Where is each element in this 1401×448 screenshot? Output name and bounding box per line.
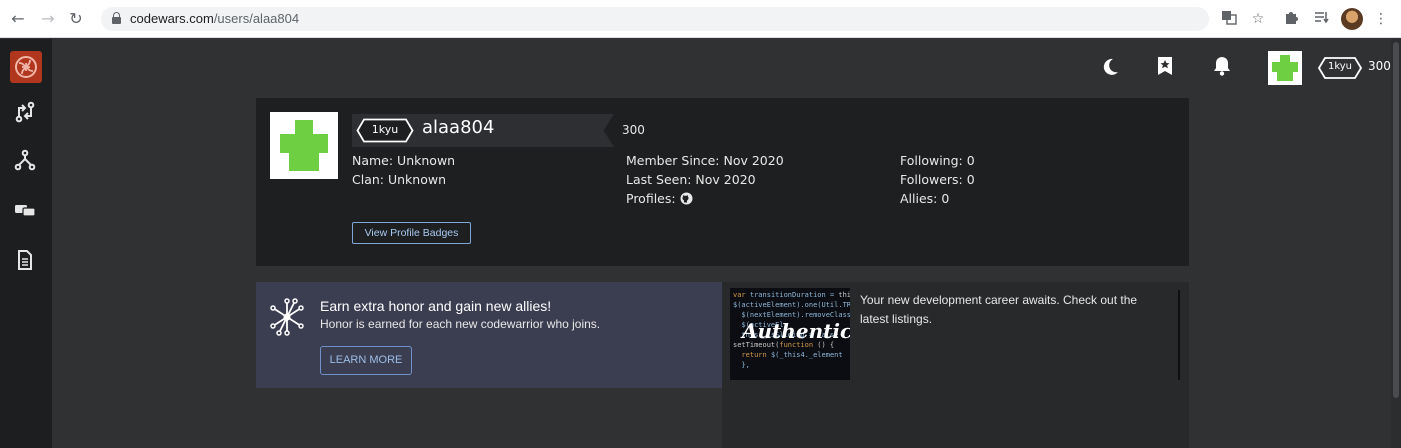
forward-arrow-icon[interactable]: →	[38, 8, 58, 30]
network-burst-icon	[268, 298, 306, 336]
job-ad[interactable]: var transitionDuration = this $(activeEl…	[722, 282, 1189, 448]
url-path: /users/alaa804	[213, 11, 300, 26]
last-seen: Last Seen: Nov 2020	[626, 172, 756, 187]
address-bar[interactable]: codewars.com/users/alaa804	[101, 7, 1209, 31]
chat-icon[interactable]	[14, 199, 38, 223]
profile-avatar-icon[interactable]	[1341, 8, 1363, 30]
member-since: Member Since: Nov 2020	[626, 153, 784, 168]
bell-icon[interactable]	[1211, 55, 1235, 79]
profile-name: Name: Unknown	[352, 153, 456, 168]
fork-icon[interactable]	[14, 149, 38, 173]
ad-divider	[1178, 290, 1180, 380]
profile-clan: Clan: Unknown	[352, 172, 446, 187]
profile-honor: 300	[622, 123, 645, 137]
profile-col-2: Member Since: Nov 2020 Last Seen: Nov 20…	[626, 151, 784, 208]
promo-title: Earn extra honor and gain new allies!	[320, 298, 552, 314]
rank-badge: 1kyu	[1317, 57, 1363, 79]
ad-image[interactable]: var transitionDuration = this $(activeEl…	[730, 288, 850, 380]
star-icon[interactable]: ☆	[1248, 9, 1268, 29]
ad-text[interactable]: Your new development career awaits. Chec…	[860, 291, 1160, 329]
profile-rank-text: 1kyu	[371, 123, 399, 136]
profiles-label: Profiles:	[626, 191, 676, 206]
followers-count: Followers: 0	[900, 172, 975, 187]
pull-request-icon[interactable]	[14, 101, 38, 125]
profile-rank-badge: 1kyu	[356, 118, 414, 143]
back-arrow-icon[interactable]: ←	[8, 8, 28, 30]
ad-image-caption: Authentic	[742, 319, 850, 343]
profile-avatar	[270, 112, 338, 179]
document-icon[interactable]	[14, 249, 38, 273]
github-icon[interactable]	[680, 191, 693, 205]
codewars-logo-icon[interactable]	[10, 51, 42, 83]
referral-promo: Earn extra honor and gain new allies! Ho…	[256, 282, 722, 388]
following-count: Following: 0	[900, 153, 975, 168]
reading-list-icon[interactable]	[1311, 9, 1331, 29]
translate-icon[interactable]	[1219, 9, 1239, 29]
rank-text: 1kyu	[1327, 61, 1353, 72]
browser-toolbar: ← → ↻ codewars.com/users/alaa804 ☆ ⋮	[0, 0, 1401, 38]
learn-more-button[interactable]: LEARN MORE	[320, 346, 412, 375]
url-host: codewars.com	[130, 11, 214, 26]
bookmark-star-icon[interactable]	[1154, 55, 1178, 79]
moon-icon[interactable]	[1099, 55, 1123, 79]
promo-subtitle: Honor is earned for each new codewarrior…	[320, 317, 601, 331]
profiles-row: Profiles:	[626, 189, 784, 208]
allies-count: Allies: 0	[900, 191, 950, 206]
user-avatar[interactable]	[1268, 51, 1302, 85]
url-text: codewars.com/users/alaa804	[130, 11, 299, 26]
lock-icon	[112, 12, 121, 24]
view-profile-badges-button[interactable]: View Profile Badges	[352, 222, 471, 244]
username: alaa804	[422, 117, 495, 138]
profile-col-1: Name: Unknown Clan: Unknown	[352, 151, 455, 189]
honor-score: 300	[1368, 59, 1391, 73]
profile-col-3: Following: 0 Followers: 0 Allies: 0	[900, 151, 975, 208]
extensions-puzzle-icon[interactable]	[1281, 9, 1301, 29]
left-sidebar	[0, 39, 52, 448]
scrollbar-thumb[interactable]	[1393, 42, 1399, 398]
menu-kebab-icon[interactable]: ⋮	[1371, 9, 1391, 29]
reload-icon[interactable]: ↻	[66, 8, 86, 30]
profile-card: 1kyu alaa804 300 Name: Unknown Clan: Unk…	[256, 98, 1189, 266]
